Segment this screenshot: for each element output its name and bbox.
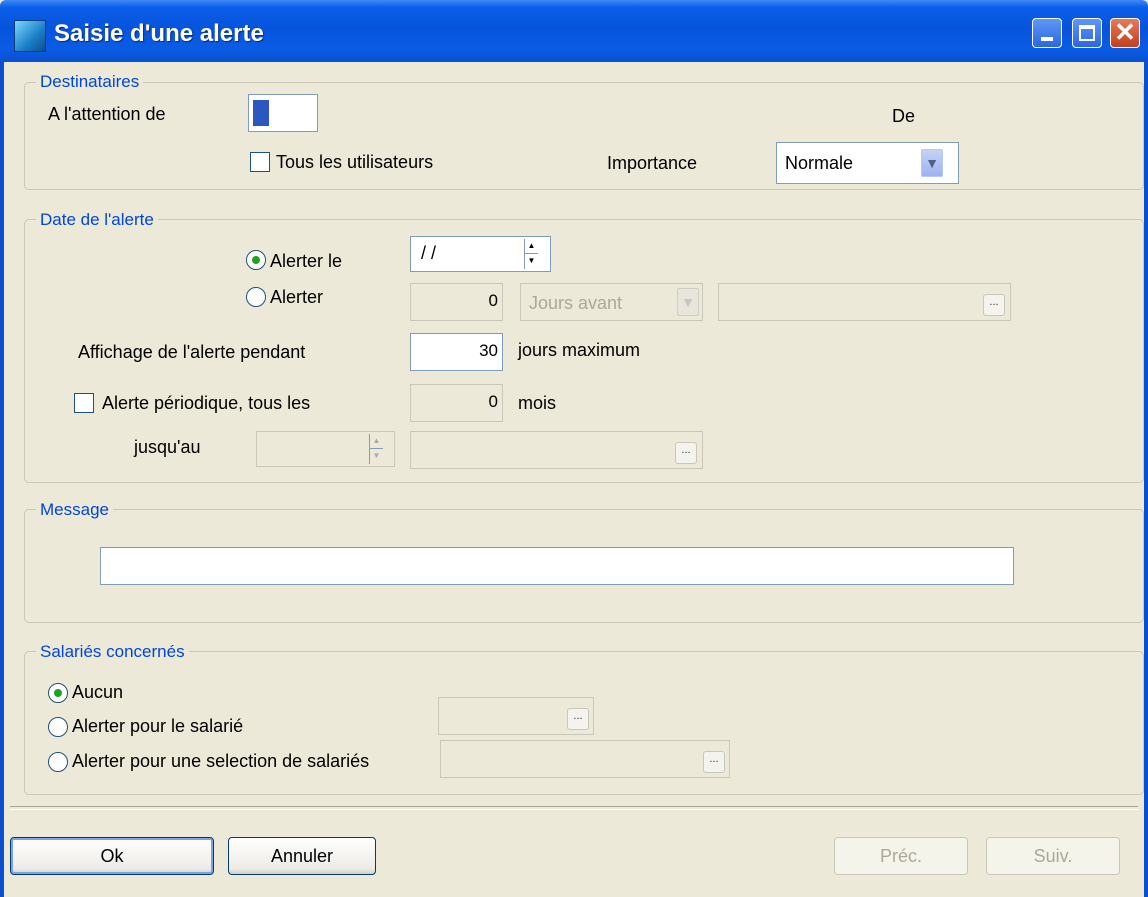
window-title: Saisie d'une alerte bbox=[54, 20, 264, 47]
tous-utilisateurs-checkbox[interactable] bbox=[250, 152, 270, 172]
ellipsis-icon[interactable]: ... bbox=[567, 708, 589, 730]
salarie-field[interactable]: ... bbox=[438, 697, 594, 735]
close-icon: ✕ bbox=[1114, 17, 1136, 47]
attention-field[interactable] bbox=[248, 94, 318, 132]
alerter-radio[interactable] bbox=[246, 287, 266, 307]
chevron-down-icon[interactable]: ▼ bbox=[921, 149, 943, 177]
ellipsis-icon[interactable]: ... bbox=[983, 294, 1005, 316]
aucun-radio[interactable] bbox=[48, 683, 68, 703]
ok-button[interactable]: Ok bbox=[10, 837, 214, 875]
message-input[interactable] bbox=[100, 547, 1014, 585]
importance-value: Normale bbox=[785, 153, 854, 173]
salaries-legend: Salariés concernés bbox=[36, 642, 189, 662]
spin-up-icon[interactable]: ▲ bbox=[525, 239, 538, 254]
spin-down-icon[interactable]: ▼ bbox=[370, 449, 383, 463]
jours-count-field[interactable]: 0 bbox=[410, 283, 503, 321]
periodique-checkbox[interactable] bbox=[74, 393, 94, 413]
alerter-le-label[interactable]: Alerter le bbox=[270, 251, 342, 272]
date-value: / / bbox=[421, 243, 437, 263]
spin-up-icon[interactable]: ▲ bbox=[370, 434, 383, 449]
footer-separator bbox=[10, 806, 1138, 810]
jours-reference-field[interactable]: ... bbox=[718, 283, 1011, 321]
selection-field[interactable]: ... bbox=[440, 740, 730, 778]
affichage-field[interactable]: 30 bbox=[410, 333, 503, 371]
periodique-label[interactable]: Alerte périodique, tous les bbox=[102, 393, 310, 414]
tous-utilisateurs-label[interactable]: Tous les utilisateurs bbox=[276, 152, 433, 173]
date-spinner[interactable]: ▲ ▼ bbox=[524, 239, 538, 269]
importance-label: Importance bbox=[607, 153, 698, 173]
destinataires-legend: Destinataires bbox=[36, 72, 144, 92]
mois-label: mois bbox=[518, 393, 557, 413]
maximize-icon bbox=[1079, 25, 1095, 41]
importance-select[interactable]: Normale ▼ bbox=[776, 142, 959, 184]
maximize-button[interactable] bbox=[1072, 18, 1102, 48]
alerter-le-date-field[interactable]: / / ▲ ▼ bbox=[410, 236, 551, 272]
message-legend: Message bbox=[36, 500, 113, 520]
ellipsis-icon[interactable]: ... bbox=[703, 751, 725, 773]
close-button[interactable]: ✕ bbox=[1110, 17, 1140, 48]
jours-maximum-label: jours maximum bbox=[518, 340, 641, 360]
suiv-button[interactable]: Suiv. bbox=[986, 837, 1120, 875]
salarie-label[interactable]: Alerter pour le salarié bbox=[72, 716, 243, 737]
alerter-label[interactable]: Alerter bbox=[270, 287, 323, 308]
date-alerte-legend: Date de l'alerte bbox=[36, 210, 158, 230]
periode-field[interactable]: 0 bbox=[410, 384, 503, 422]
app-icon bbox=[14, 20, 46, 52]
de-label: De bbox=[892, 106, 916, 126]
ellipsis-icon[interactable]: ... bbox=[675, 442, 697, 464]
window-frame-right bbox=[1144, 62, 1148, 897]
selection-radio[interactable] bbox=[48, 752, 68, 772]
jours-mode-value: Jours avant bbox=[529, 293, 623, 313]
salarie-radio[interactable] bbox=[48, 717, 68, 737]
jusquau-spinner[interactable]: ▲ ▼ bbox=[369, 434, 383, 464]
affichage-label: Affichage de l'alerte pendant bbox=[78, 342, 306, 362]
alerter-le-radio[interactable] bbox=[246, 250, 266, 270]
jusquau-reference-field[interactable]: ... bbox=[410, 431, 703, 469]
window-frame-left bbox=[0, 62, 4, 897]
minimize-button[interactable] bbox=[1032, 18, 1062, 48]
annuler-button[interactable]: Annuler bbox=[228, 837, 376, 875]
attention-label: A l'attention de bbox=[48, 104, 166, 124]
text-cursor bbox=[253, 100, 269, 126]
chevron-down-icon[interactable]: ▼ bbox=[677, 288, 699, 316]
jusquau-label: jusqu'au bbox=[134, 437, 201, 457]
spin-down-icon[interactable]: ▼ bbox=[525, 254, 538, 268]
destinataires-group bbox=[24, 82, 1144, 190]
jusquau-date-field[interactable]: ▲ ▼ bbox=[256, 431, 395, 467]
minimize-icon bbox=[1041, 37, 1053, 41]
jours-mode-select[interactable]: Jours avant ▼ bbox=[520, 283, 703, 321]
aucun-label[interactable]: Aucun bbox=[72, 682, 123, 703]
selection-label[interactable]: Alerter pour une selection de salariés bbox=[72, 751, 369, 772]
prec-button[interactable]: Préc. bbox=[834, 837, 968, 875]
